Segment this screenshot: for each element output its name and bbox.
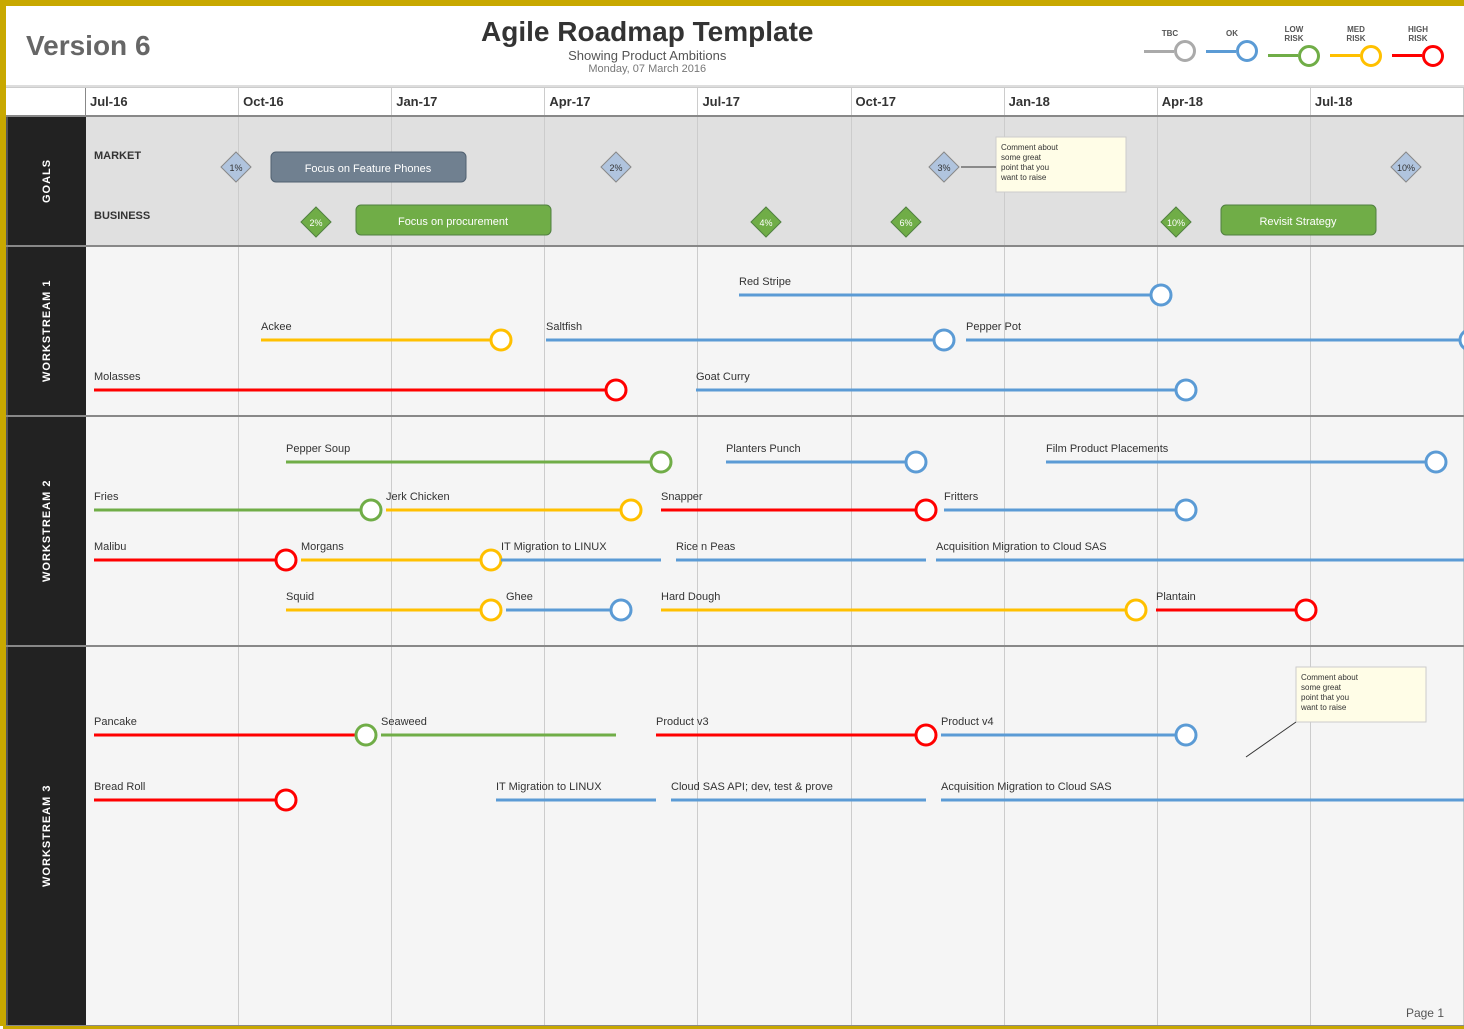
svg-text:some great: some great	[1001, 153, 1042, 162]
svg-text:Product v3: Product v3	[656, 716, 709, 728]
goals-label: GOALS	[6, 117, 86, 245]
svg-text:2%: 2%	[609, 163, 622, 173]
legend-low-risk: LOWRISK	[1268, 25, 1320, 67]
version-label: Version 6	[26, 30, 151, 62]
svg-text:Fritters: Fritters	[944, 491, 979, 503]
svg-text:some great: some great	[1301, 683, 1342, 692]
svg-text:Revisit Strategy: Revisit Strategy	[1259, 216, 1337, 228]
svg-text:Rice n Peas: Rice n Peas	[676, 541, 736, 553]
svg-text:10%: 10%	[1167, 218, 1185, 228]
svg-text:IT Migration to LINUX: IT Migration to LINUX	[496, 781, 602, 793]
svg-text:Fries: Fries	[94, 491, 119, 503]
svg-text:3%: 3%	[937, 163, 950, 173]
svg-text:Bread Roll: Bread Roll	[94, 781, 145, 793]
svg-text:2%: 2%	[309, 218, 322, 228]
legend-med-risk: MEDRISK	[1330, 25, 1382, 67]
svg-text:want to raise: want to raise	[1000, 173, 1047, 182]
col-oct16: Oct-16	[239, 88, 392, 115]
svg-text:Pepper Soup: Pepper Soup	[286, 443, 350, 455]
svg-text:Malibu: Malibu	[94, 541, 126, 553]
ws2-content: Pepper Soup Planters Punch Film Product …	[86, 417, 1464, 645]
svg-text:Planters Punch: Planters Punch	[726, 443, 801, 455]
svg-text:10%: 10%	[1397, 163, 1415, 173]
ws3-label: WORKSTREAM 3	[6, 647, 86, 1025]
svg-text:Squid: Squid	[286, 591, 314, 603]
svg-text:Saltfish: Saltfish	[546, 321, 582, 333]
svg-text:IT Migration to LINUX: IT Migration to LINUX	[501, 541, 607, 553]
legend-high-risk: HIGHRISK	[1392, 25, 1444, 67]
svg-text:Ghee: Ghee	[506, 591, 533, 603]
svg-text:Red Stripe: Red Stripe	[739, 276, 791, 288]
legend: TBC OK	[1144, 25, 1444, 67]
svg-text:Focus on procurement: Focus on procurement	[398, 216, 508, 228]
ws2-label: WORKSTREAM 2	[6, 417, 86, 645]
ws1-label: WORKSTREAM 1	[6, 247, 86, 415]
goals-svg: MARKET 1% Focus on Feature Phones 2% 3%	[86, 117, 1464, 245]
subtitle: Showing Product Ambitions	[481, 48, 813, 63]
svg-text:Jerk Chicken: Jerk Chicken	[386, 491, 450, 503]
col-apr17: Apr-17	[545, 88, 698, 115]
svg-text:want to raise: want to raise	[1300, 703, 1347, 712]
svg-text:Molasses: Molasses	[94, 371, 141, 383]
page-number: Page 1	[1406, 1006, 1444, 1020]
date-label: Monday, 07 March 2016	[481, 63, 813, 75]
col-jul17: Jul-17	[698, 88, 851, 115]
ws2-svg: Pepper Soup Planters Punch Film Product …	[86, 417, 1464, 645]
legend-ok: OK	[1206, 29, 1258, 62]
svg-text:Snapper: Snapper	[661, 491, 703, 503]
svg-text:Hard Dough: Hard Dough	[661, 591, 720, 603]
svg-text:Acquisition Migration to Cloud: Acquisition Migration to Cloud SAS	[941, 781, 1112, 793]
svg-text:Product v4: Product v4	[941, 716, 994, 728]
svg-text:Goat Curry: Goat Curry	[696, 371, 750, 383]
svg-text:Film Product Placements: Film Product Placements	[1046, 443, 1169, 455]
col-apr18: Apr-18	[1158, 88, 1311, 115]
svg-text:Comment about: Comment about	[1301, 673, 1359, 682]
svg-text:point that you: point that you	[1301, 693, 1349, 702]
col-jul16: Jul-16	[86, 88, 239, 115]
ws3-section: WORKSTREAM 3 Comment about some great po…	[6, 647, 1464, 1026]
svg-text:Cloud SAS API; dev, test & pro: Cloud SAS API; dev, test & prove	[671, 781, 833, 793]
col-jan18: Jan-18	[1005, 88, 1158, 115]
ws2-section: WORKSTREAM 2 Pepper Soup Planters Punch	[6, 417, 1464, 647]
goals-section: GOALS MARKET 1% Focus on Feature Phon	[6, 117, 1464, 247]
header: Version 6 Agile Roadmap Template Showing…	[6, 6, 1464, 87]
svg-text:4%: 4%	[759, 218, 772, 228]
col-jan17: Jan-17	[392, 88, 545, 115]
svg-text:MARKET: MARKET	[94, 150, 141, 162]
svg-text:Morgans: Morgans	[301, 541, 344, 553]
ws3-svg: Comment about some great point that you …	[86, 647, 1464, 1025]
svg-text:Ackee: Ackee	[261, 321, 292, 333]
timeline-header: Jul-16 Oct-16 Jan-17 Apr-17 Jul-17 Oct-1…	[6, 87, 1464, 117]
svg-text:Pepper Pot: Pepper Pot	[966, 321, 1021, 333]
legend-tbc: TBC	[1144, 29, 1196, 62]
svg-text:Comment about: Comment about	[1001, 143, 1059, 152]
svg-text:1%: 1%	[229, 163, 242, 173]
svg-text:6%: 6%	[899, 218, 912, 228]
svg-text:Seaweed: Seaweed	[381, 716, 427, 728]
ws1-svg: Red Stripe Ackee Saltfish Pepper Pot	[86, 247, 1464, 415]
ws1-section: WORKSTREAM 1 Red Stripe Ackee	[6, 247, 1464, 417]
col-oct17: Oct-17	[852, 88, 1005, 115]
main-title: Agile Roadmap Template	[481, 16, 813, 48]
col-jul18: Jul-18	[1311, 88, 1464, 115]
ws3-content: Comment about some great point that you …	[86, 647, 1464, 1025]
svg-text:Pancake: Pancake	[94, 716, 137, 728]
svg-text:BUSINESS: BUSINESS	[94, 210, 150, 222]
svg-text:Plantain: Plantain	[1156, 591, 1196, 603]
goals-content: MARKET 1% Focus on Feature Phones 2% 3%	[86, 117, 1464, 245]
svg-text:Focus on Feature Phones: Focus on Feature Phones	[305, 163, 432, 175]
ws1-content: Red Stripe Ackee Saltfish Pepper Pot	[86, 247, 1464, 415]
svg-text:Acquisition Migration to Cloud: Acquisition Migration to Cloud SAS	[936, 541, 1107, 553]
svg-text:point that you: point that you	[1001, 163, 1049, 172]
title-block: Agile Roadmap Template Showing Product A…	[481, 16, 813, 75]
